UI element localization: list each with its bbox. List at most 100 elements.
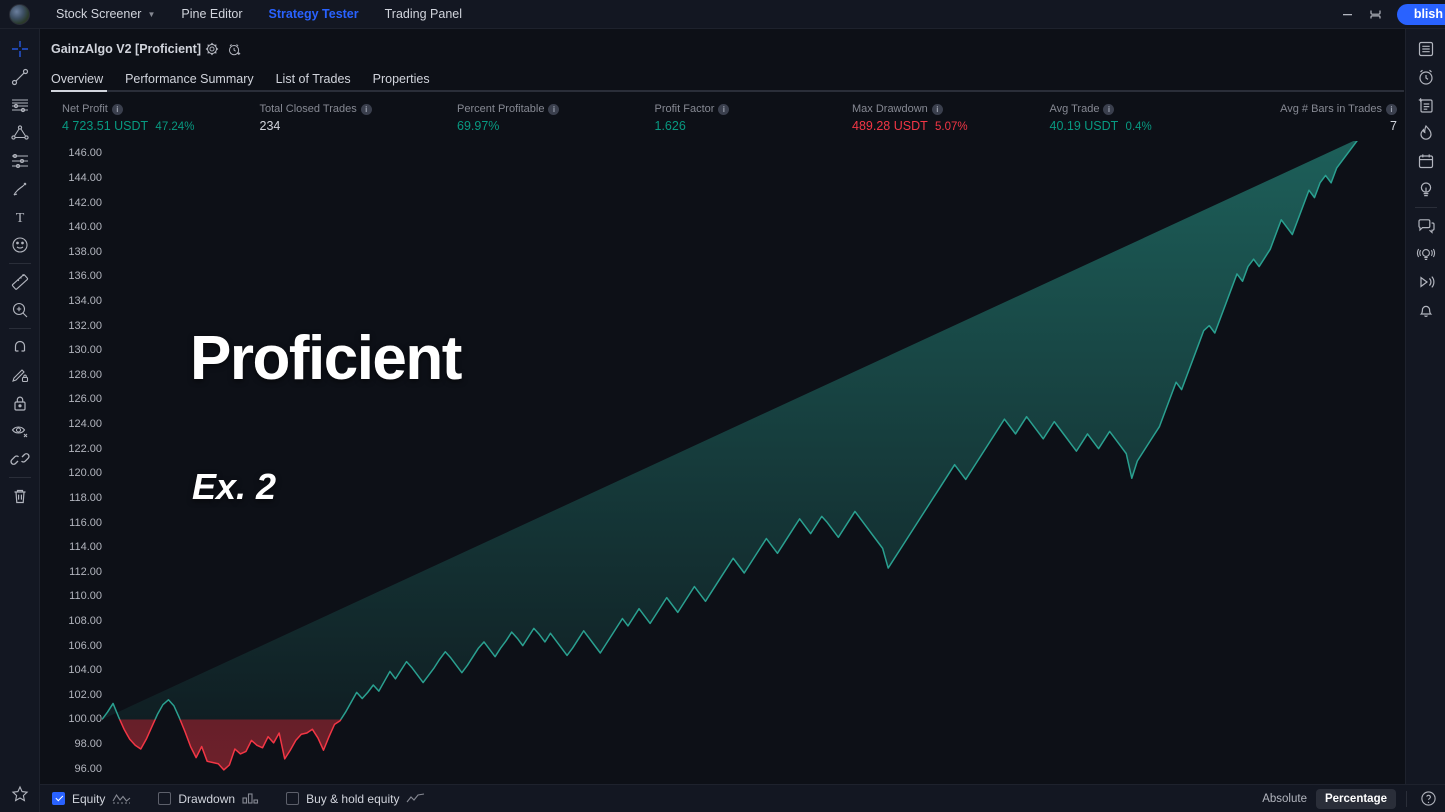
svg-text:T: T <box>15 211 24 226</box>
legend-label: Equity <box>72 792 105 806</box>
strategy-tester-window: Stock Screener ▼ Pine Editor Strategy Te… <box>0 0 1445 812</box>
user-avatar[interactable] <box>9 4 30 25</box>
tab-label: Properties <box>373 72 430 86</box>
help-question-icon[interactable] <box>1417 788 1439 810</box>
y-axis[interactable]: 96.0098.00100.00102.00104.00106.00108.00… <box>40 141 102 781</box>
restore-window-button[interactable] <box>1361 0 1389 29</box>
brush-tool[interactable] <box>3 175 37 203</box>
forecast-projection-tool[interactable] <box>3 147 37 175</box>
fib-pattern-tool[interactable] <box>3 119 37 147</box>
gear-icon[interactable] <box>201 39 223 59</box>
broadcast-bulb-icon[interactable] <box>1409 240 1443 268</box>
ideas-bulb-icon[interactable] <box>1409 175 1443 203</box>
text-tool[interactable]: T <box>3 203 37 231</box>
measure-ruler-tool[interactable] <box>3 268 37 296</box>
minimize-window-button[interactable] <box>1333 0 1361 29</box>
watchlist-icon[interactable] <box>1409 35 1443 63</box>
tab-bar: Overview Performance Summary List of Tra… <box>51 66 1405 92</box>
buy-hold-checkbox[interactable] <box>286 792 299 805</box>
sidebar-divider <box>1415 207 1437 208</box>
tab-overview[interactable]: Overview <box>51 72 114 92</box>
y-axis-tick: 124.00 <box>68 418 102 430</box>
notifications-bell-icon[interactable] <box>1409 296 1443 324</box>
add-alert-icon[interactable] <box>223 39 245 59</box>
stat-value: 7 <box>1390 119 1397 133</box>
topnav-item-strategy-tester[interactable]: Strategy Tester <box>256 0 372 29</box>
units-toggle-group: Absolute Percentage <box>1253 788 1445 810</box>
info-icon[interactable]: i <box>112 104 123 115</box>
units-absolute-button[interactable]: Absolute <box>1253 789 1316 809</box>
topnav-label: Stock Screener <box>56 7 141 21</box>
hotlist-flame-icon[interactable] <box>1409 119 1443 147</box>
topnav-label: Trading Panel <box>385 7 462 21</box>
page-title: GainzAlgo V2 [Proficient] <box>51 42 201 56</box>
toolbar-divider <box>9 328 31 329</box>
info-icon[interactable]: i <box>548 104 559 115</box>
y-axis-tick: 110.00 <box>69 590 102 602</box>
buyhold-line-icon <box>406 792 425 805</box>
drawing-mode-lock-tool[interactable] <box>3 361 37 389</box>
hide-drawings-tool[interactable] <box>3 417 37 445</box>
topnav-item-pine-editor[interactable]: Pine Editor <box>168 0 255 29</box>
stat-avg-trade: Avg Trade i 40.19 USDT 0.4% <box>1050 103 1248 133</box>
magnet-tool[interactable] <box>3 333 37 361</box>
topnav-item-trading-panel[interactable]: Trading Panel <box>372 0 475 29</box>
add-note-icon[interactable] <box>1409 91 1443 119</box>
y-axis-tick: 96.00 <box>74 763 102 775</box>
chat-icon[interactable] <box>1409 212 1443 240</box>
stats-row: Net Profit i 4 723.51 USDT 47.24% Total … <box>51 103 1405 133</box>
strategy-tester-panel: GainzAlgo V2 [Proficient] <box>40 29 1405 812</box>
calendar-icon[interactable] <box>1409 147 1443 175</box>
lock-all-drawings-tool[interactable] <box>3 389 37 417</box>
stat-label: Max Drawdown i <box>852 103 1050 115</box>
tab-properties[interactable]: Properties <box>362 72 441 92</box>
trend-line-tool[interactable] <box>3 63 37 91</box>
emoji-sticker-tool[interactable] <box>3 231 37 259</box>
horizontal-lines-tool[interactable] <box>3 91 37 119</box>
info-icon[interactable]: i <box>1386 104 1397 115</box>
tab-performance-summary[interactable]: Performance Summary <box>114 72 265 92</box>
topnav-item-stock-screener[interactable]: Stock Screener ▼ <box>43 0 168 29</box>
info-icon[interactable]: i <box>361 104 372 115</box>
alerts-clock-icon[interactable] <box>1409 63 1443 91</box>
y-axis-tick: 122.00 <box>68 443 102 455</box>
tab-label: List of Trades <box>276 72 351 86</box>
tab-label: Overview <box>51 72 103 86</box>
crosshair-tool[interactable] <box>3 35 37 63</box>
plot-area[interactable] <box>102 141 1392 781</box>
y-axis-tick: 136.00 <box>68 270 102 282</box>
stat-value-row: 1.626 <box>655 119 853 133</box>
drawdown-checkbox[interactable] <box>158 792 171 805</box>
zoom-in-tool[interactable] <box>3 296 37 324</box>
stat-value: 40.19 USDT <box>1050 119 1119 133</box>
y-axis-tick: 120.00 <box>68 467 102 479</box>
info-icon[interactable]: i <box>1103 104 1114 115</box>
y-axis-tick: 130.00 <box>68 344 102 356</box>
legend-toggle-equity[interactable]: Equity <box>52 792 131 806</box>
info-icon[interactable]: i <box>718 104 729 115</box>
equity-curve-svg <box>102 141 1392 781</box>
stat-value: 1.626 <box>655 119 686 133</box>
stat-label-text: Total Closed Trades <box>260 103 357 115</box>
sync-drawings-tool[interactable] <box>3 445 37 473</box>
window-controls: blish <box>1333 0 1445 29</box>
favorite-star-icon[interactable] <box>3 780 37 808</box>
y-axis-tick: 112.00 <box>69 566 102 578</box>
stat-label: Net Profit i <box>62 103 260 115</box>
stat-net-profit: Net Profit i 4 723.51 USDT 47.24% <box>62 103 260 133</box>
publish-button[interactable]: blish <box>1397 4 1445 25</box>
stat-max-drawdown: Max Drawdown i 489.28 USDT 5.07% <box>852 103 1050 133</box>
y-axis-tick: 104.00 <box>68 664 102 676</box>
info-icon[interactable]: i <box>932 104 943 115</box>
tab-list-of-trades[interactable]: List of Trades <box>265 72 362 92</box>
units-percentage-button[interactable]: Percentage <box>1316 789 1396 809</box>
equity-checkbox[interactable] <box>52 792 65 805</box>
stat-profit-factor: Profit Factor i 1.626 <box>655 103 853 133</box>
legend-toggle-drawdown[interactable]: Drawdown <box>158 792 259 806</box>
stream-play-icon[interactable] <box>1409 268 1443 296</box>
stat-label: Total Closed Trades i <box>260 103 458 115</box>
legend-toggle-buy-hold[interactable]: Buy & hold equity <box>286 792 425 806</box>
chevron-down-icon: ▼ <box>147 10 155 19</box>
y-axis-tick: 140.00 <box>68 221 102 233</box>
remove-drawings-tool[interactable] <box>3 482 37 510</box>
